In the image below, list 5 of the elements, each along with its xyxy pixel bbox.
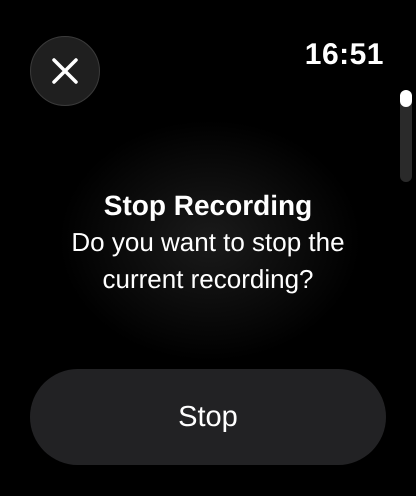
close-icon [51,57,79,85]
alert-title: Stop Recording [104,189,312,223]
clock-time: 16:51 [304,38,384,72]
alert-message: Do you want to stop the current recording? [70,226,346,296]
stop-button[interactable]: Stop [30,369,386,465]
